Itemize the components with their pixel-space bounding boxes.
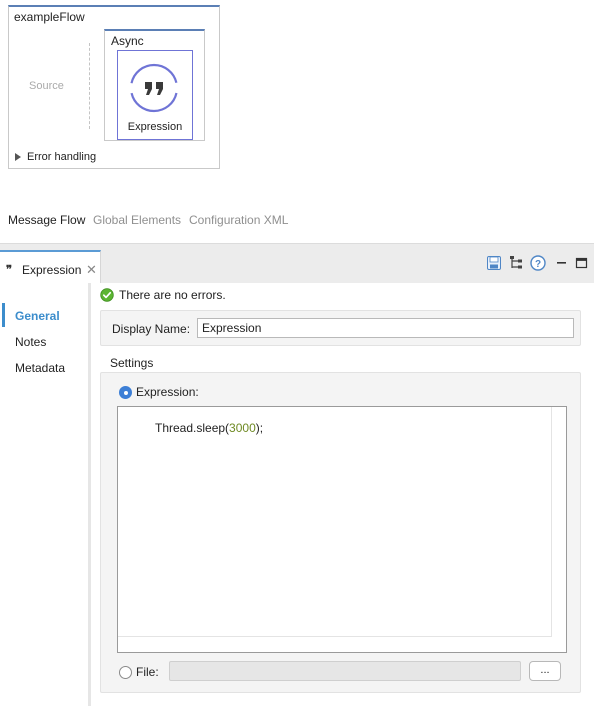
- close-icon[interactable]: ✕: [86, 262, 97, 278]
- display-name-label: Display Name:: [112, 322, 191, 336]
- tab-expression[interactable]: ❜❜ Expression ✕: [0, 250, 101, 284]
- svg-text:?: ?: [535, 259, 541, 270]
- quote-icon: ❜❜: [6, 264, 12, 276]
- tab-global-elements[interactable]: Global Elements: [93, 213, 181, 227]
- status-text: There are no errors.: [119, 288, 226, 302]
- sidebar-item-notes[interactable]: Notes: [15, 335, 46, 349]
- flow-canvas[interactable]: exampleFlow Source Async Expression Erro…: [8, 5, 220, 169]
- expression-icon: [129, 63, 179, 113]
- tab-configuration-xml[interactable]: Configuration XML: [189, 213, 288, 227]
- tree-icon[interactable]: [509, 255, 525, 271]
- display-name-group: Display Name:: [100, 310, 581, 346]
- file-path-field[interactable]: [169, 661, 521, 681]
- flow-title: exampleFlow: [14, 10, 85, 24]
- expression-component-label: Expression: [127, 121, 183, 133]
- error-handling-label: Error handling: [27, 151, 97, 163]
- file-radio-label[interactable]: File:: [136, 665, 159, 679]
- properties-content: There are no errors. Display Name: Setti…: [91, 283, 594, 706]
- code-text-suffix: );: [255, 421, 264, 435]
- minimize-icon[interactable]: [554, 255, 570, 271]
- active-section-indicator: [2, 303, 5, 327]
- save-icon[interactable]: [486, 255, 502, 271]
- triangle-right-icon: [15, 153, 21, 162]
- source-divider: [89, 43, 90, 129]
- browse-button[interactable]: ...: [529, 661, 561, 681]
- properties-sidebar: General Notes Metadata: [0, 283, 88, 706]
- code-number: 3000: [229, 421, 256, 435]
- properties-header: ❜❜ Expression ✕ ?: [0, 243, 594, 284]
- check-circle-icon: [100, 288, 114, 302]
- expression-radio[interactable]: [119, 386, 132, 399]
- expression-component[interactable]: Expression: [117, 50, 193, 140]
- source-placeholder[interactable]: Source: [29, 80, 64, 92]
- settings-group: Expression: Thread.sleep(3000); File: ..…: [100, 372, 581, 693]
- settings-label: Settings: [110, 356, 154, 370]
- tab-message-flow[interactable]: Message Flow: [8, 213, 85, 227]
- error-handling-toggle[interactable]: Error handling: [15, 151, 96, 163]
- sidebar-item-general[interactable]: General: [15, 309, 60, 323]
- display-name-field[interactable]: [197, 318, 574, 338]
- status-message: There are no errors.: [100, 288, 226, 302]
- async-title: Async: [111, 34, 144, 48]
- tab-expression-label: Expression: [22, 263, 82, 277]
- async-scope[interactable]: Async Expression: [104, 29, 205, 141]
- help-icon[interactable]: ?: [530, 255, 546, 271]
- expression-radio-label[interactable]: Expression:: [136, 385, 199, 399]
- expression-editor[interactable]: Thread.sleep(3000);: [117, 406, 567, 653]
- file-radio[interactable]: [119, 666, 132, 679]
- maximize-icon[interactable]: [574, 255, 590, 271]
- expression-code[interactable]: Thread.sleep(3000);: [155, 421, 263, 435]
- sidebar-item-metadata[interactable]: Metadata: [15, 361, 65, 375]
- expression-editor-text-area[interactable]: Thread.sleep(3000);: [118, 407, 552, 637]
- properties-view: ❜❜ Expression ✕ ? General Notes Metadata…: [0, 243, 594, 706]
- code-text-prefix: Thread.sleep(: [155, 421, 230, 435]
